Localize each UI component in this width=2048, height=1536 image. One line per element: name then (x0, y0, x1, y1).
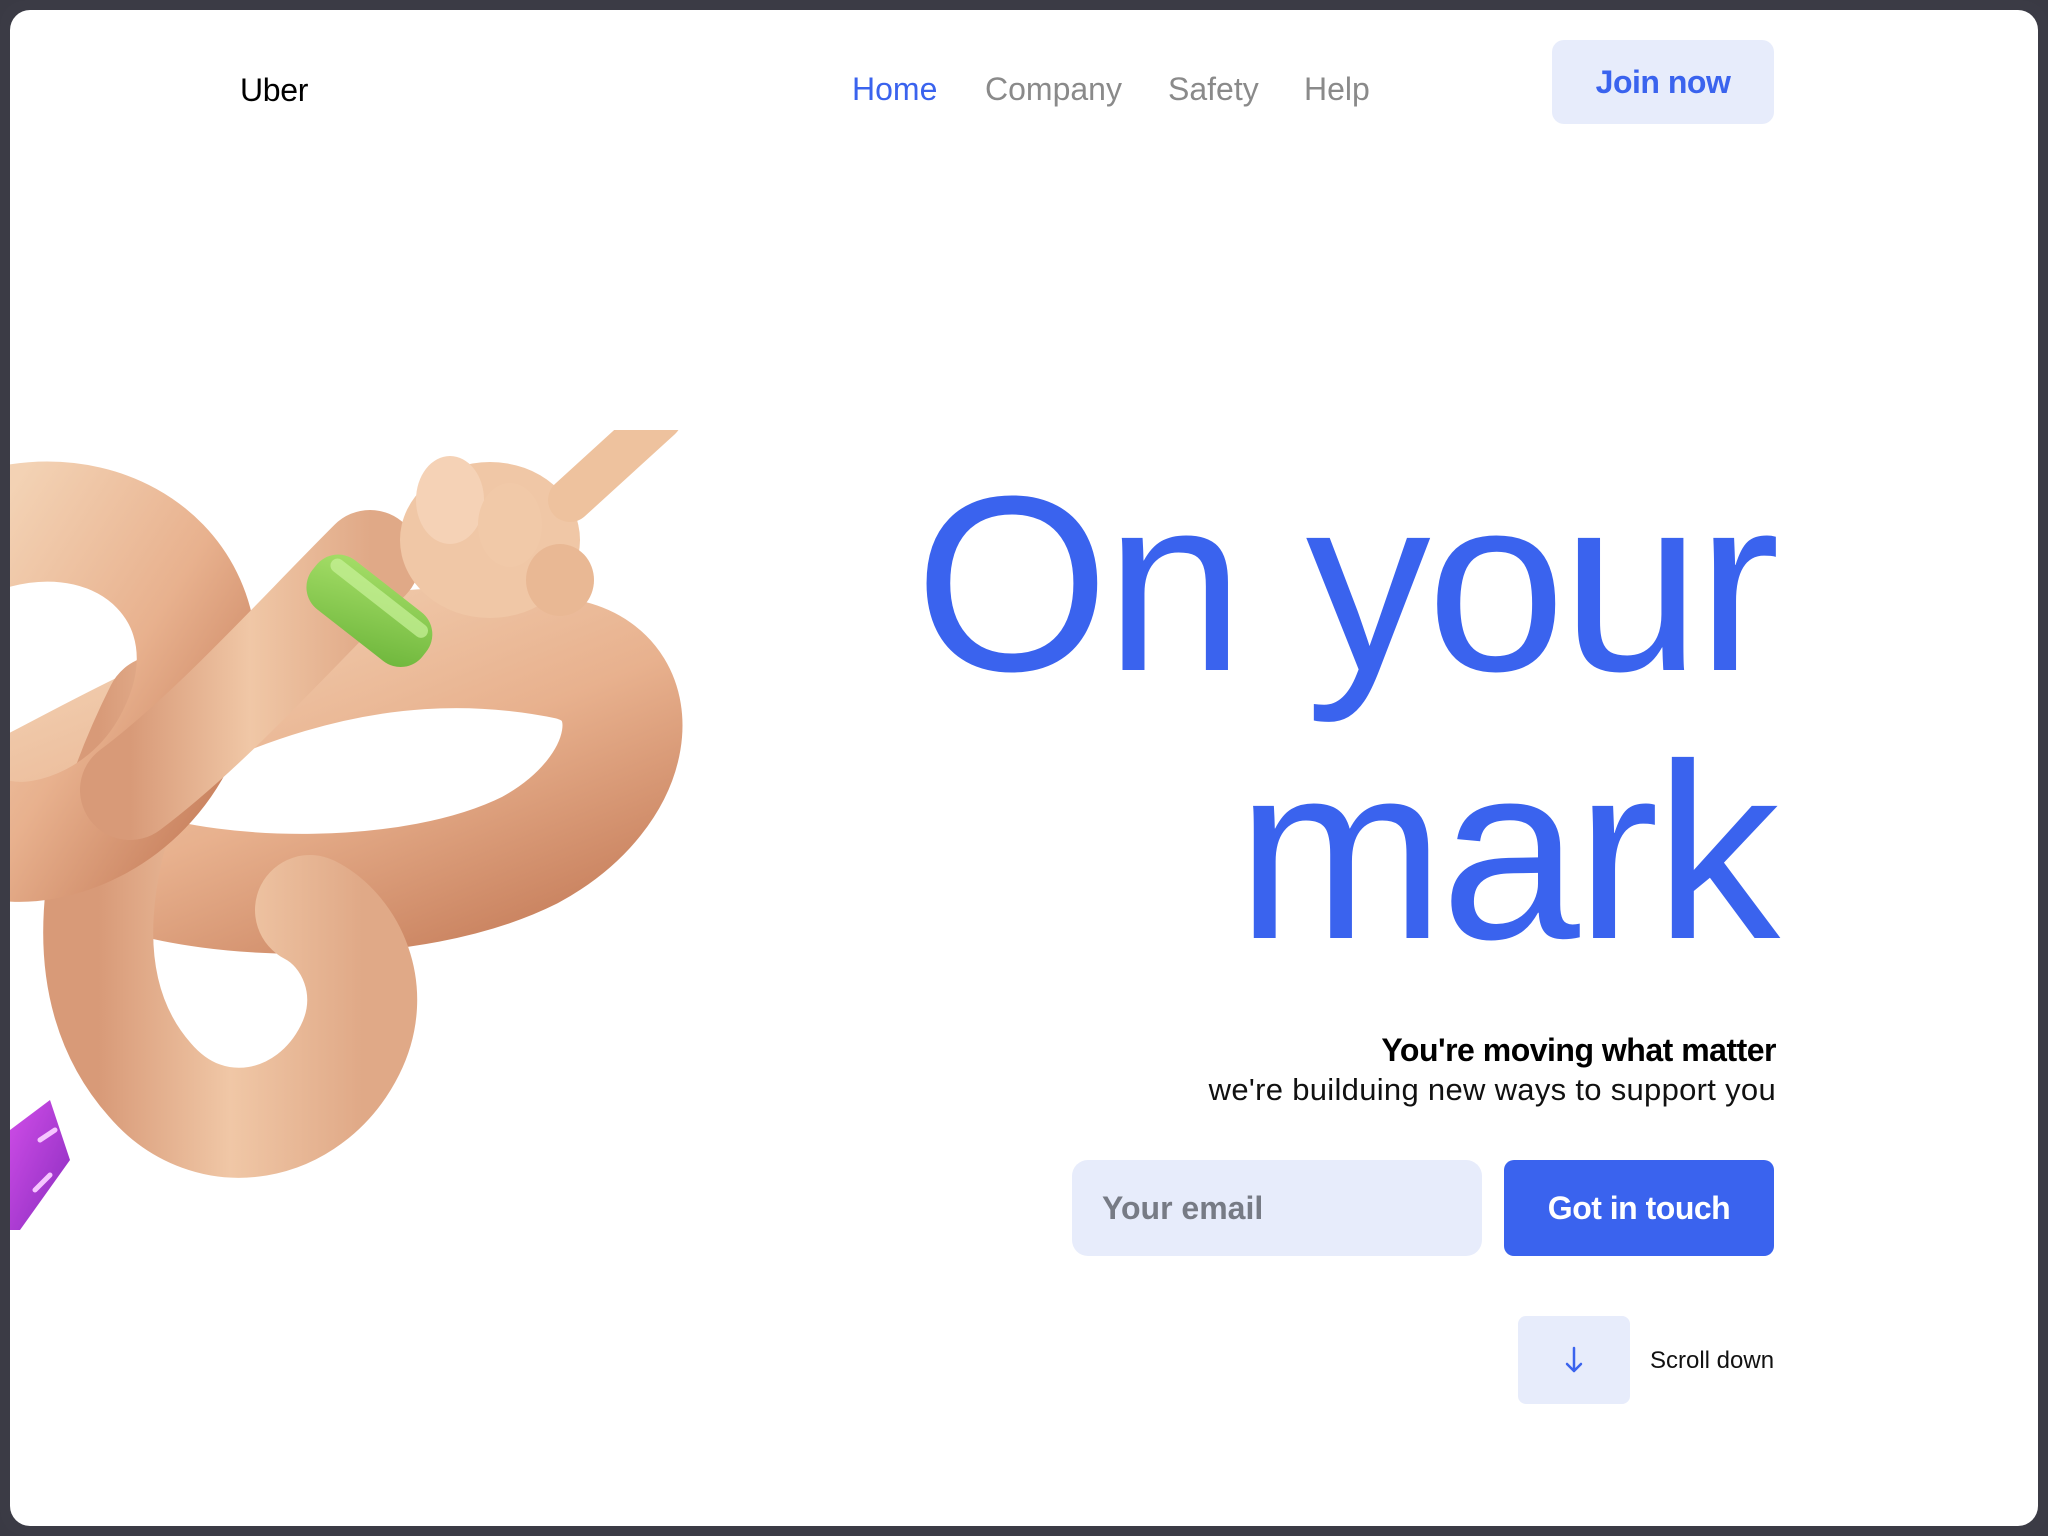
logo[interactable]: Uber (240, 72, 308, 109)
hand-knot-illustration (10, 430, 683, 1230)
scroll-down-label: Scroll down (1650, 1347, 1775, 1374)
scroll-down-button[interactable] (1518, 1316, 1630, 1404)
join-now-button[interactable]: Join now (1552, 40, 1774, 124)
hero-title: On your mark (776, 444, 1780, 991)
got-in-touch-button[interactable]: Got in touch (1504, 1160, 1774, 1256)
hero-title-line-2: mark (1236, 712, 1780, 991)
hero-subtitle-bold: You're moving what matter (1381, 1032, 1776, 1068)
page-window: Uber Home Company Safety Help Join now O… (10, 10, 2038, 1526)
nav-link-home[interactable]: Home (852, 71, 937, 108)
nav-link-company[interactable]: Company (985, 71, 1122, 108)
hero-subtitle: we're builduing new ways to support you (1208, 1072, 1776, 1107)
nav-link-safety[interactable]: Safety (1168, 71, 1259, 108)
arrow-down-icon (1565, 1346, 1583, 1373)
nav-link-help[interactable]: Help (1304, 71, 1370, 108)
hero-title-line-1: On your (914, 444, 1780, 723)
email-input[interactable] (1072, 1160, 1482, 1256)
device-frame: Uber Home Company Safety Help Join now O… (0, 0, 2048, 1536)
